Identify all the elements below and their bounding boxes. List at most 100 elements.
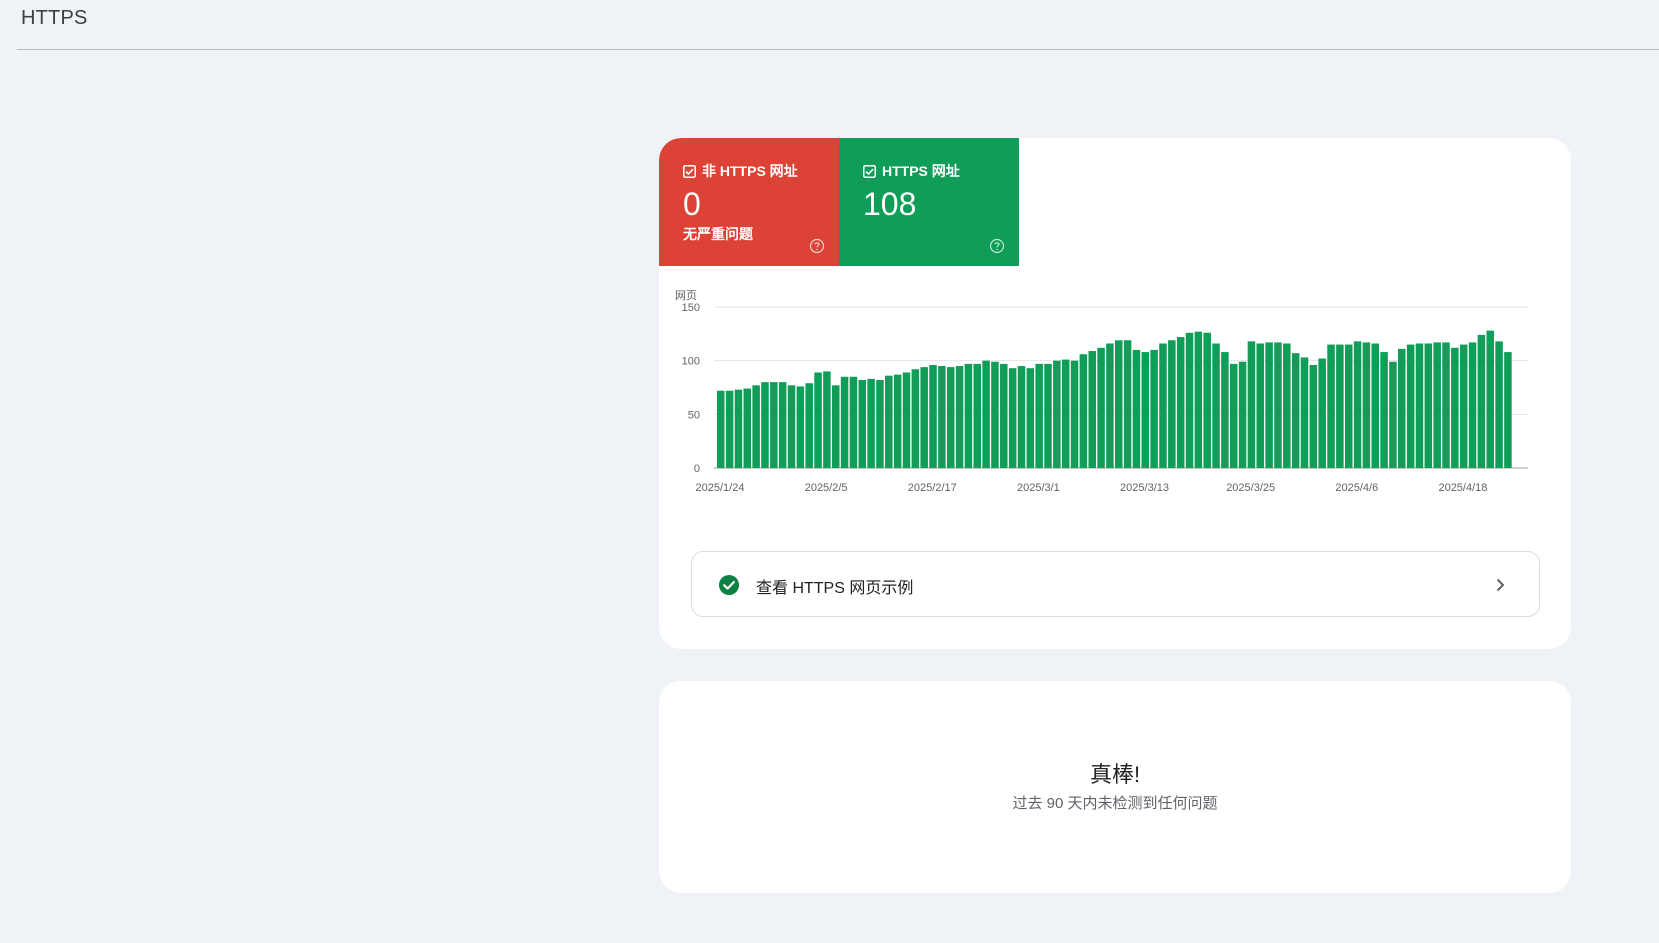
y-tick-label: 150 <box>682 302 700 314</box>
chevron-right-icon <box>1496 578 1505 592</box>
chart-bar <box>1221 352 1229 468</box>
check-circle-icon <box>719 575 739 595</box>
https-pages-chart: 网页 0 50 100 150 2025/1/24 2025/2/5 2025/2/17 202… <box>675 290 1528 494</box>
non-https-tile[interactable]: 非 HTTPS 网址 0 无严重问题 <box>659 138 839 266</box>
chart-bar <box>946 367 955 468</box>
chart-bar <box>1371 343 1380 468</box>
https-summary-card: 非 HTTPS 网址 0 无严重问题 HTTPS 网址 108 网页 0 50 … <box>659 138 1571 649</box>
https-label: HTTPS 网址 <box>882 163 960 179</box>
chart-bar <box>840 376 849 468</box>
chart-bar <box>929 364 937 468</box>
chart-bar <box>814 372 822 468</box>
chart-bar <box>1203 332 1211 468</box>
x-tick-label: 2025/4/18 <box>1438 482 1487 494</box>
chart-bar <box>1300 357 1309 468</box>
chart-bar <box>893 374 902 468</box>
chart-bar <box>858 379 867 468</box>
chart-bar <box>1318 358 1326 468</box>
y-tick-label: 100 <box>682 356 700 368</box>
chart-bar <box>743 388 752 468</box>
chart-bar <box>1486 330 1494 468</box>
help-icon[interactable] <box>809 238 825 254</box>
x-tick-label: 2025/2/5 <box>805 482 848 494</box>
chart-bar <box>1088 351 1096 468</box>
chart-bar <box>964 363 973 468</box>
x-tick-label: 2025/1/24 <box>696 482 745 494</box>
chart-bar <box>1185 332 1194 468</box>
chart-bar <box>920 367 928 468</box>
chart-bar <box>1097 347 1105 468</box>
chart-bar <box>867 378 875 468</box>
chart-bar <box>1070 360 1079 468</box>
chart-bar <box>1327 344 1335 468</box>
page: HTTPS 非 HTTPS 网址 0 无严重问题 HTTPS 网址 108 网页… <box>0 0 1659 943</box>
chart-bar <box>770 382 778 468</box>
chart-bar <box>982 360 990 468</box>
chart-bar <box>1477 334 1486 468</box>
chart-bar <box>1415 343 1424 468</box>
chart-bar <box>1079 354 1088 468</box>
chart-bar <box>1274 342 1282 468</box>
y-axis-label: 网页 <box>675 290 697 302</box>
chart-bar <box>805 383 813 468</box>
chart-bar <box>1265 342 1273 468</box>
chart-bar <box>1459 344 1468 468</box>
chart-bar <box>1106 343 1114 468</box>
chart-bar <box>831 385 840 468</box>
x-tick-label: 2025/2/17 <box>908 482 957 494</box>
https-tile[interactable]: HTTPS 网址 108 <box>839 138 1019 266</box>
chart-bar <box>911 369 920 468</box>
chart-bar <box>796 386 805 468</box>
chart-bar <box>1504 352 1512 468</box>
chart-bar <box>1336 344 1344 468</box>
chart-bar <box>1168 340 1176 468</box>
chart-bar <box>1159 343 1167 468</box>
checkbox-checked-icon[interactable] <box>683 164 696 178</box>
view-https-examples-row[interactable]: 查看 HTTPS 网页示例 <box>691 551 1540 617</box>
help-icon[interactable] <box>989 238 1005 254</box>
chart-bar <box>1017 366 1026 468</box>
chart-bar <box>1442 342 1450 468</box>
y-tick-label: 50 <box>688 409 700 421</box>
chart-bar <box>1389 361 1397 468</box>
non-https-tile-header: 非 HTTPS 网址 <box>683 161 798 181</box>
page-title: HTTPS <box>21 7 88 29</box>
chart-bar <box>1238 361 1247 468</box>
chart-bar <box>1035 363 1043 468</box>
chart-bar <box>973 363 982 468</box>
x-tick-label: 2025/3/13 <box>1120 482 1169 494</box>
chart-bar <box>725 390 734 468</box>
chart-bar <box>1194 331 1203 468</box>
chart-bar <box>1141 352 1150 468</box>
checkbox-checked-icon[interactable] <box>863 164 876 178</box>
non-https-status: 无严重问题 <box>683 226 753 242</box>
chart-bar <box>876 379 884 468</box>
chart-bar <box>1344 344 1353 468</box>
non-https-label: 非 HTTPS 网址 <box>702 163 798 179</box>
chart-bar <box>823 371 831 468</box>
chart-bar <box>1044 363 1052 468</box>
chart-bar <box>752 385 760 468</box>
chart-bar <box>1008 368 1017 468</box>
chart-bar <box>1398 348 1406 468</box>
page-header: HTTPS <box>17 0 1659 50</box>
chart-bar <box>1256 343 1265 468</box>
chart-bar <box>1212 343 1220 468</box>
chart-bar <box>1468 342 1477 468</box>
chart-bar <box>885 375 893 468</box>
chart-bar <box>849 376 858 468</box>
chart-bar <box>991 361 999 468</box>
chart-bar <box>938 366 946 468</box>
chart-bar <box>955 366 964 468</box>
chart-bar <box>1229 363 1238 468</box>
chart-bar <box>1353 341 1362 468</box>
chart-bar <box>787 385 796 468</box>
x-tick-label: 2025/3/1 <box>1017 482 1060 494</box>
chart-bar <box>1283 343 1291 468</box>
chart-bar <box>1451 347 1459 468</box>
chart-bar <box>1406 344 1415 468</box>
chart-bar <box>1176 337 1185 468</box>
chart-bar <box>1309 364 1318 468</box>
chart-bar <box>1132 349 1141 468</box>
https-tile-header: HTTPS 网址 <box>863 161 960 181</box>
